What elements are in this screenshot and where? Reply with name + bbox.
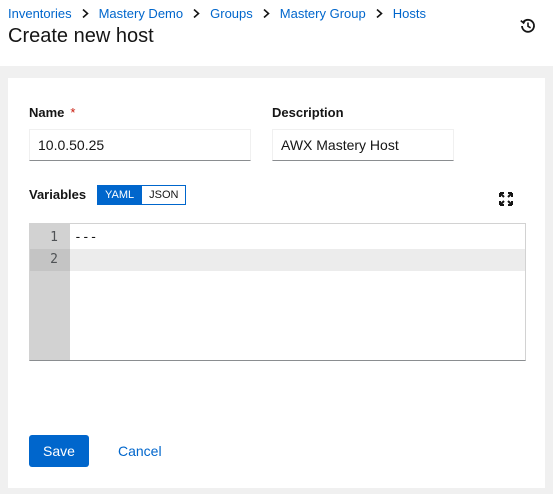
- line-number: 1: [50, 230, 58, 245]
- line-text: ---: [74, 230, 98, 245]
- chevron-right-icon: [193, 9, 200, 18]
- breadcrumb-hosts[interactable]: Hosts: [393, 6, 426, 21]
- breadcrumb-groups[interactable]: Groups: [210, 6, 253, 21]
- editor-line[interactable]: 2: [30, 249, 525, 271]
- name-field[interactable]: [29, 129, 251, 161]
- variables-format-toggle: YAML JSON: [97, 185, 187, 205]
- line-number: 2: [30, 249, 70, 271]
- history-icon: [520, 18, 535, 33]
- expand-icon: [499, 192, 513, 206]
- breadcrumb-inventories[interactable]: Inventories: [8, 6, 72, 21]
- name-label: Name *: [29, 105, 75, 120]
- json-toggle[interactable]: JSON: [142, 185, 187, 205]
- breadcrumb: Inventories Mastery Demo Groups Mastery …: [8, 6, 426, 21]
- name-label-text: Name: [29, 105, 65, 120]
- save-button[interactable]: Save: [29, 435, 89, 467]
- variables-code-editor[interactable]: 1 --- 2: [29, 223, 526, 361]
- required-indicator: *: [70, 105, 76, 120]
- page-title: Create new host: [8, 25, 154, 47]
- create-host-form: Name * Description Variables YAML JSON 1 …: [8, 78, 545, 488]
- chevron-right-icon: [376, 9, 383, 18]
- breadcrumb-mastery-group[interactable]: Mastery Group: [280, 6, 366, 21]
- description-label: Description: [272, 105, 344, 120]
- yaml-toggle[interactable]: YAML: [97, 185, 143, 205]
- editor-line[interactable]: 1 ---: [30, 227, 525, 249]
- variables-label: Variables: [29, 187, 87, 202]
- breadcrumb-mastery-demo[interactable]: Mastery Demo: [99, 6, 184, 21]
- chevron-right-icon: [82, 9, 89, 18]
- description-field[interactable]: [272, 129, 454, 161]
- chevron-right-icon: [263, 9, 270, 18]
- cancel-button[interactable]: Cancel: [109, 435, 171, 467]
- page-header: Inventories Mastery Demo Groups Mastery …: [0, 0, 553, 66]
- expand-editor-button[interactable]: [498, 191, 514, 207]
- history-button[interactable]: [518, 16, 538, 36]
